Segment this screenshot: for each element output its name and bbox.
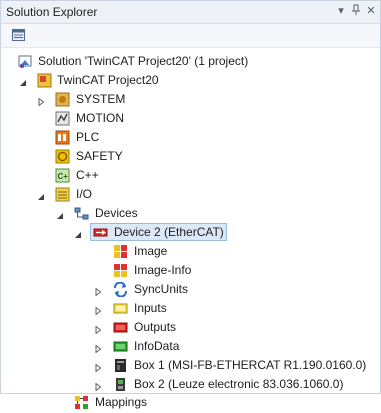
expanded-arrow-icon[interactable] <box>74 228 82 238</box>
collapsed-arrow-icon[interactable] <box>94 323 102 335</box>
tree-item-solution[interactable]: Solution 'TwinCAT Project20' (1 project) <box>1 52 380 71</box>
cpp-icon: C+ <box>55 168 70 183</box>
tree-label: TwinCAT Project20 <box>57 73 159 87</box>
tree-item-image-info[interactable]: Image-Info <box>1 261 380 280</box>
tree-item-devices[interactable]: Devices <box>1 204 380 223</box>
tree-label: Inputs <box>134 301 167 315</box>
tree-item-box1[interactable]: Box 1 (MSI-FB-ETHERCAT R1.190.0160.0) <box>1 356 380 375</box>
pin-icon[interactable] <box>349 4 363 19</box>
io-icon <box>55 187 70 202</box>
tree-label: Outputs <box>134 320 177 334</box>
collapsed-arrow-icon[interactable] <box>37 95 45 107</box>
plc-icon <box>55 130 70 145</box>
collapsed-arrow-icon[interactable] <box>94 342 102 354</box>
properties-toolbar-icon[interactable] <box>12 29 25 41</box>
tree-label: Device 2 (EtherCAT) <box>114 225 224 239</box>
tree-label: Image <box>134 244 168 258</box>
expanded-arrow-icon[interactable] <box>37 190 45 200</box>
tree-label: SYSTEM <box>76 92 126 106</box>
svg-text:C+: C+ <box>58 172 69 181</box>
tree-item-project[interactable]: TwinCAT Project20 <box>1 71 380 90</box>
twincat-project-icon <box>37 73 52 88</box>
motion-icon <box>55 111 70 126</box>
tree-label: Mappings <box>95 395 148 409</box>
ethercat-device-icon <box>93 225 108 240</box>
tree-item-cpp[interactable]: C+ C++ <box>1 166 380 185</box>
devices-icon <box>74 206 89 221</box>
tree-label: Devices <box>95 206 138 220</box>
expanded-arrow-icon[interactable] <box>19 76 27 86</box>
collapsed-arrow-icon[interactable] <box>94 304 102 316</box>
tree-item-safety[interactable]: SAFETY <box>1 147 380 166</box>
mappings-icon <box>74 395 89 410</box>
tree-item-device2[interactable]: Device 2 (EtherCAT) <box>1 223 380 242</box>
solution-tree: Solution 'TwinCAT Project20' (1 project)… <box>1 48 380 409</box>
infodata-icon <box>113 339 128 354</box>
tree-label: Box 2 (Leuze electronic 83.036.1060.0) <box>134 377 344 391</box>
close-icon[interactable]: ✕ <box>364 4 378 19</box>
solution-icon <box>18 54 33 69</box>
inputs-icon <box>113 301 128 316</box>
tree-item-plc[interactable]: PLC <box>1 128 380 147</box>
tree-item-io[interactable]: I/O <box>1 185 380 204</box>
tree-label: Image-Info <box>134 263 192 277</box>
syncunits-icon <box>113 281 128 298</box>
image-icon <box>113 244 128 259</box>
collapsed-arrow-icon[interactable] <box>94 285 102 297</box>
safety-icon <box>55 149 70 164</box>
dropdown-icon[interactable]: ▾ <box>334 4 348 19</box>
image-info-icon <box>113 263 128 278</box>
tree-label: PLC <box>76 130 100 144</box>
tree-label: MOTION <box>76 111 124 125</box>
panel-title: Solution Explorer <box>6 5 98 19</box>
explorer-toolbar <box>1 24 380 48</box>
panel-titlebar: Solution Explorer ▾ ✕ <box>1 1 380 24</box>
tree-item-outputs[interactable]: Outputs <box>1 318 380 337</box>
box-terminal-icon <box>113 358 128 373</box>
tree-item-mappings[interactable]: Mappings <box>1 393 380 412</box>
collapsed-arrow-icon[interactable] <box>94 380 102 392</box>
tree-item-image[interactable]: Image <box>1 242 380 261</box>
tree-label: SAFETY <box>76 149 123 163</box>
tree-item-infodata[interactable]: InfoData <box>1 337 380 356</box>
tree-label: InfoData <box>134 339 180 353</box>
tree-item-syncunits[interactable]: SyncUnits <box>1 280 380 299</box>
tree-item-system[interactable]: SYSTEM <box>1 90 380 109</box>
collapsed-arrow-icon[interactable] <box>94 361 102 373</box>
tree-item-box2[interactable]: Box 2 (Leuze electronic 83.036.1060.0) <box>1 375 380 394</box>
expanded-arrow-icon[interactable] <box>56 209 64 219</box>
tree-label: Solution 'TwinCAT Project20' (1 project) <box>38 54 249 68</box>
system-icon <box>55 92 70 107</box>
tree-label: I/O <box>76 187 93 201</box>
box-sensor-icon <box>113 377 128 392</box>
outputs-icon <box>113 320 128 335</box>
solution-explorer-panel: Solution Explorer ▾ ✕ Solution 'TwinCAT … <box>0 0 381 409</box>
tree-item-motion[interactable]: MOTION <box>1 109 380 128</box>
tree-label: Box 1 (MSI-FB-ETHERCAT R1.190.0160.0) <box>134 358 367 372</box>
tree-label: C++ <box>76 168 99 182</box>
tree-label: SyncUnits <box>134 282 189 296</box>
tree-item-inputs[interactable]: Inputs <box>1 299 380 318</box>
